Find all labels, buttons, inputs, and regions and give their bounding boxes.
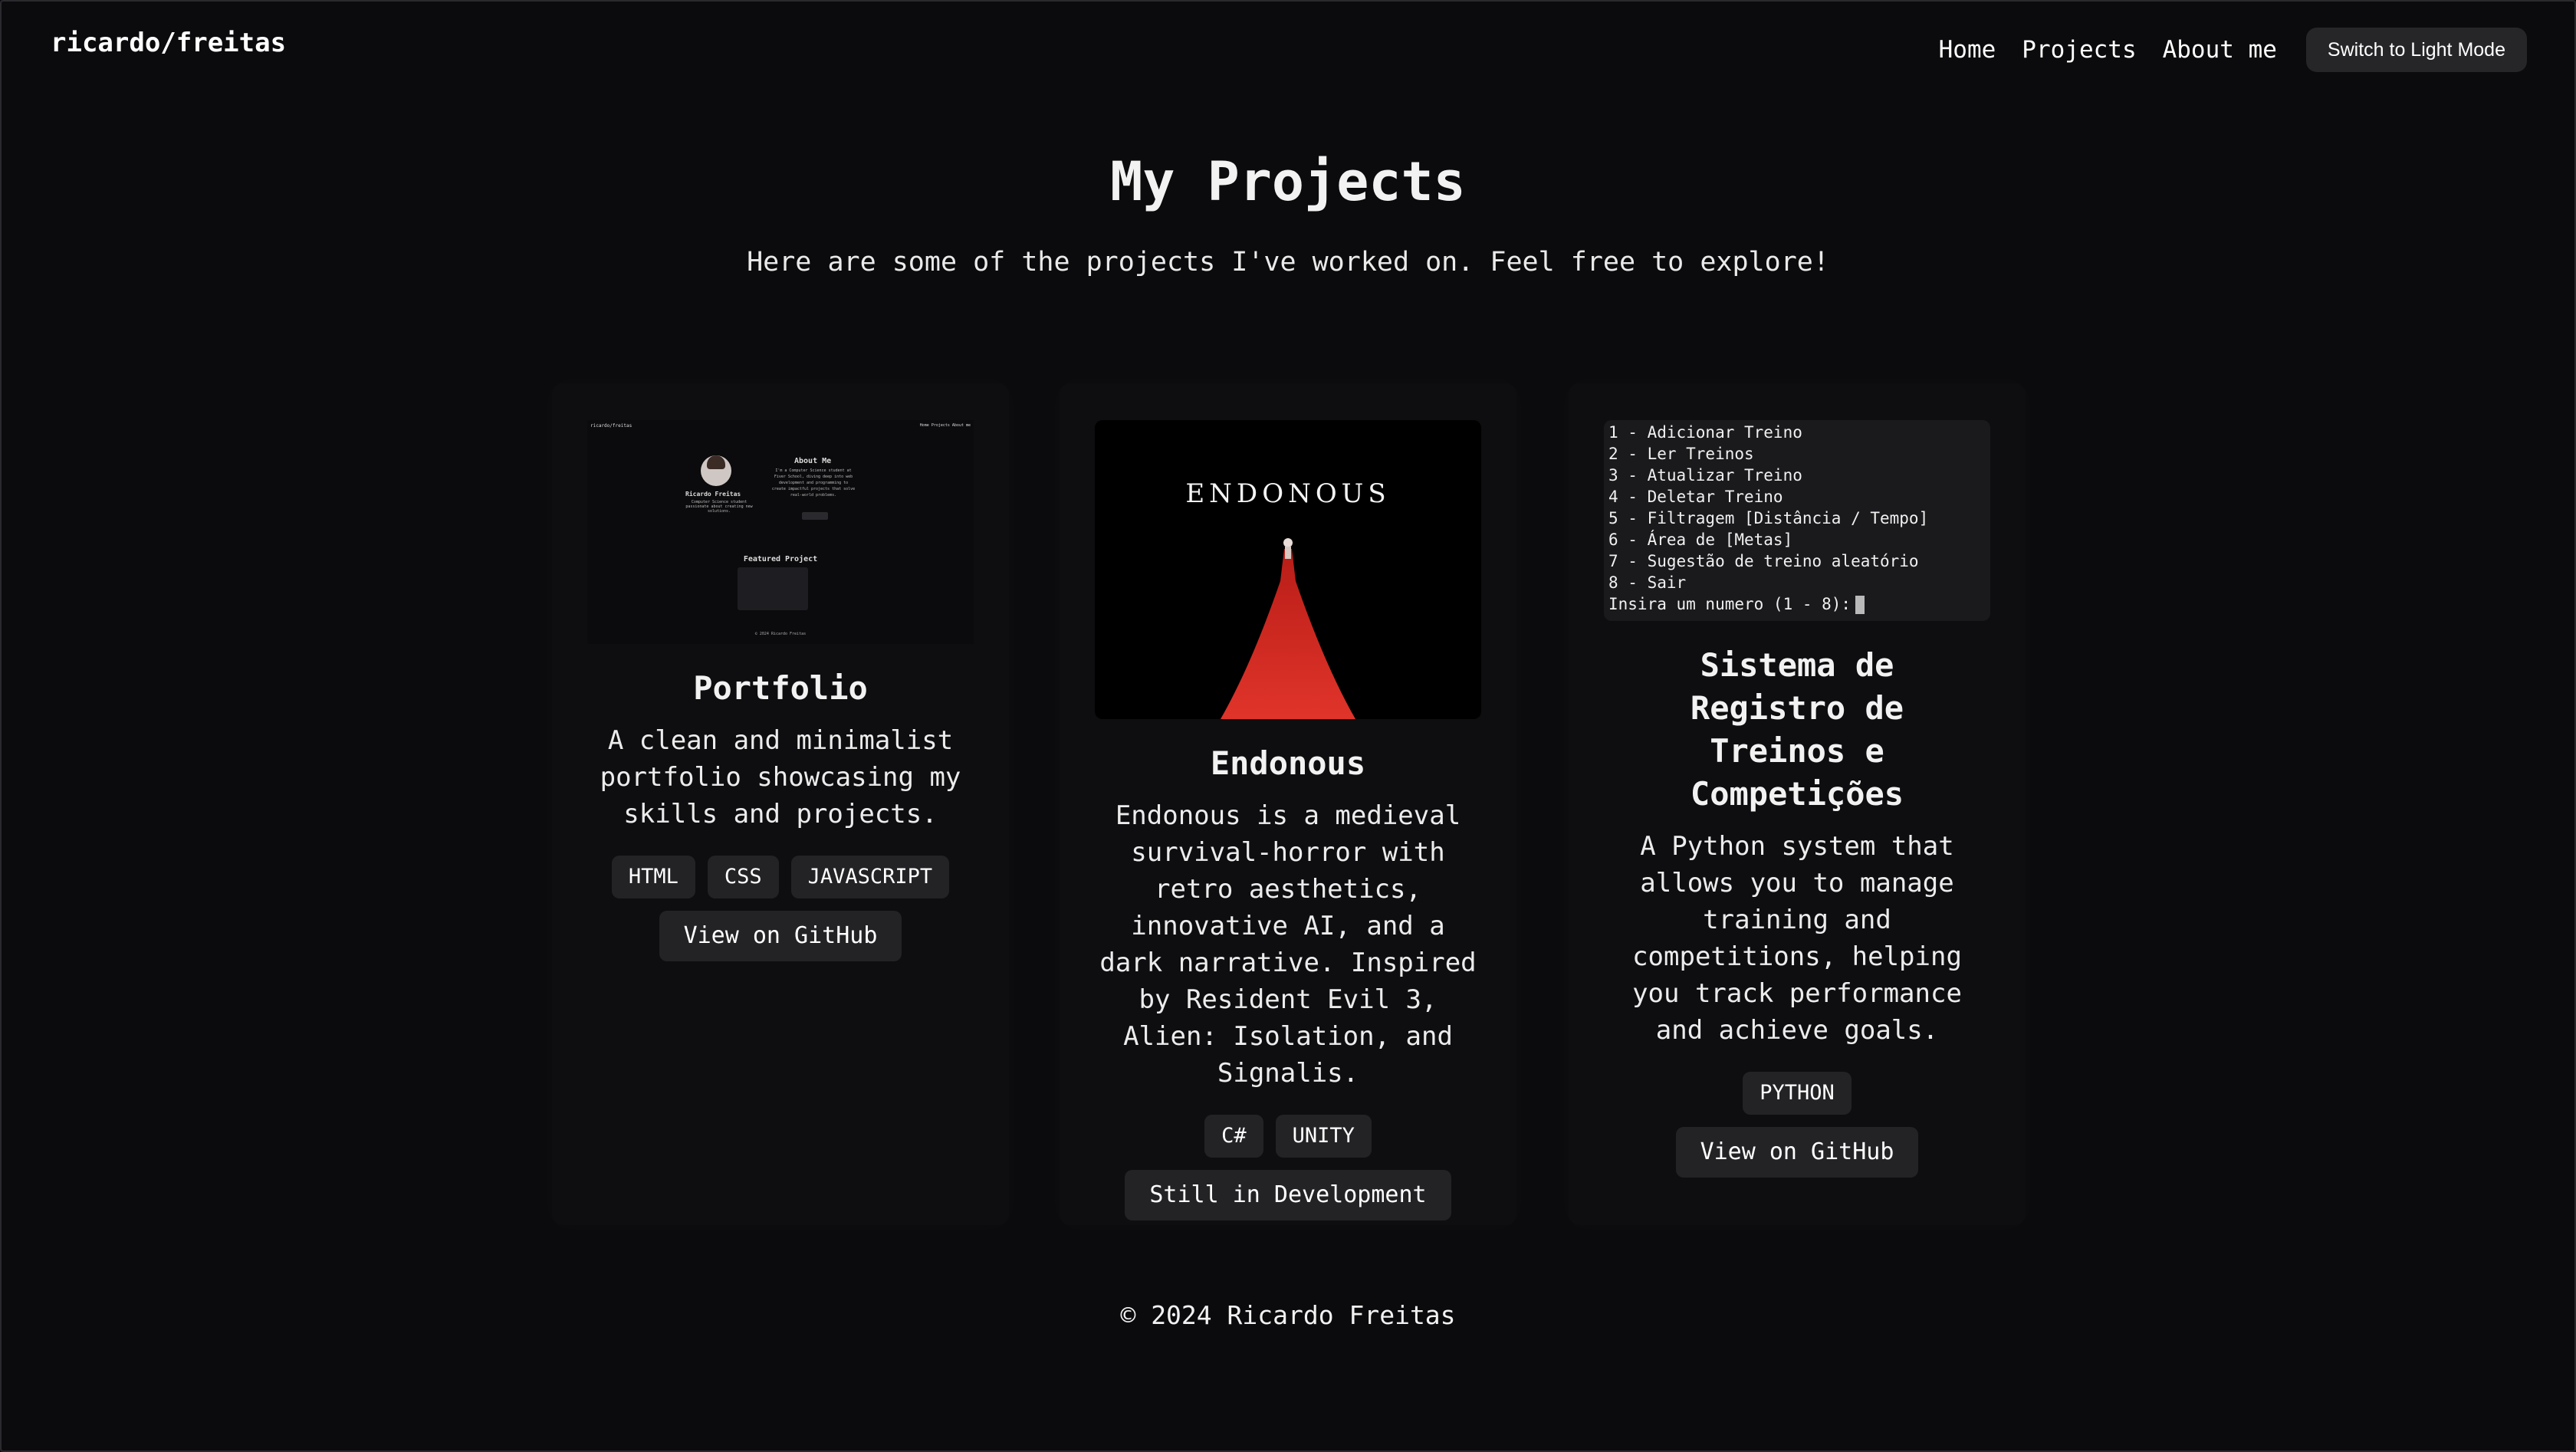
thumb-featured-box (738, 567, 808, 610)
project-thumbnail: ricardo/freitas Home Projects About me R… (587, 420, 974, 644)
tag-html: HTML (611, 856, 695, 898)
tag-unity: UNITY (1275, 1115, 1372, 1158)
thumb-about-button (802, 512, 828, 520)
endonous-cover-image: ENDONOUS (1095, 420, 1481, 719)
page-subtitle: Here are some of the projects I've worke… (747, 247, 1829, 278)
project-card-portfolio: ricardo/freitas Home Projects About me R… (552, 383, 1009, 1225)
thumb-name: Ricardo Freitas (685, 491, 741, 498)
project-description: Endonous is a medieval survival-horror w… (1099, 800, 1477, 1089)
tag-csharp: C# (1204, 1115, 1263, 1158)
tag-css: CSS (707, 856, 779, 898)
terminal-prompt: Insira um numero (1 - 8): (1608, 593, 1990, 615)
red-gown-figure (1158, 538, 1418, 719)
terminal-line: 8 - Sair (1608, 573, 1687, 592)
project-card-treinos: 1 - Adicionar Treino 2 - Ler Treinos 3 -… (1569, 383, 2026, 1225)
still-in-development-button[interactable]: Still in Development (1125, 1170, 1451, 1220)
terminal-line: 6 - Área de [Metas] (1608, 531, 1793, 549)
view-on-github-button[interactable]: View on GitHub (659, 911, 902, 961)
thumb-logo: ricardo/freitas (590, 423, 632, 429)
thumb-name-sub: Computer Science student passionate abou… (685, 500, 753, 514)
terminal-screenshot: 1 - Adicionar Treino 2 - Ler Treinos 3 -… (1604, 420, 1990, 621)
terminal-line: 2 - Ler Treinos (1608, 445, 1754, 463)
thumb-footer: © 2024 Ricardo Freitas (754, 632, 807, 636)
site-logo[interactable]: ricardo/freitas (51, 28, 286, 58)
tag-python: PYTHON (1743, 1072, 1852, 1115)
terminal-line: 1 - Adicionar Treino (1608, 423, 1802, 442)
tag-list: HTML CSS JAVASCRIPT (611, 856, 950, 898)
terminal-line: 5 - Filtragem [Distância / Tempo] (1608, 509, 1929, 527)
thumb-nav: Home Projects About me (919, 423, 971, 428)
project-card-endonous: ENDONOUS Endonous Endonous is a medieval… (1060, 383, 1516, 1225)
tag-javascript: JAVASCRIPT (790, 856, 950, 898)
project-description: A Python system that allows you to manag… (1632, 831, 1962, 1046)
terminal-line: 7 - Sugestão de treino aleatório (1608, 552, 1919, 570)
view-on-github-button[interactable]: View on GitHub (1675, 1127, 1919, 1178)
terminal-line: 3 - Atualizar Treino (1608, 466, 1802, 485)
terminal-line: 4 - Deletar Treino (1608, 488, 1783, 506)
nav-about[interactable]: About me (2163, 36, 2277, 64)
nav-projects[interactable]: Projects (2022, 36, 2136, 64)
top-nav: Home Projects About me Switch to Light M… (1939, 28, 2527, 72)
project-title: Portfolio (693, 669, 868, 707)
theme-toggle-button[interactable]: Switch to Light Mode (2305, 28, 2527, 72)
project-title: Sistema de Registro de Treinos e Competi… (1690, 646, 1904, 813)
page-title: My Projects (1110, 150, 1466, 213)
project-description: A clean and minimalist portfolio showcas… (600, 725, 961, 829)
page-footer: © 2024 Ricardo Freitas (1120, 1300, 1456, 1330)
thumb-featured-title: Featured Project (743, 555, 818, 563)
thumb-about-title: About Me (794, 457, 832, 465)
terminal-cursor (1855, 596, 1865, 614)
tag-list: C# UNITY (1204, 1115, 1372, 1158)
project-title: Endonous (1210, 744, 1366, 782)
terminal-prompt-text: Insira um numero (1 - 8): (1608, 595, 1852, 613)
thumb-about-text: I'm a Computer Science student at Fiver … (771, 468, 856, 498)
thumb-avatar (701, 455, 731, 486)
tag-list: PYTHON (1743, 1072, 1852, 1115)
nav-home[interactable]: Home (1939, 36, 1996, 64)
